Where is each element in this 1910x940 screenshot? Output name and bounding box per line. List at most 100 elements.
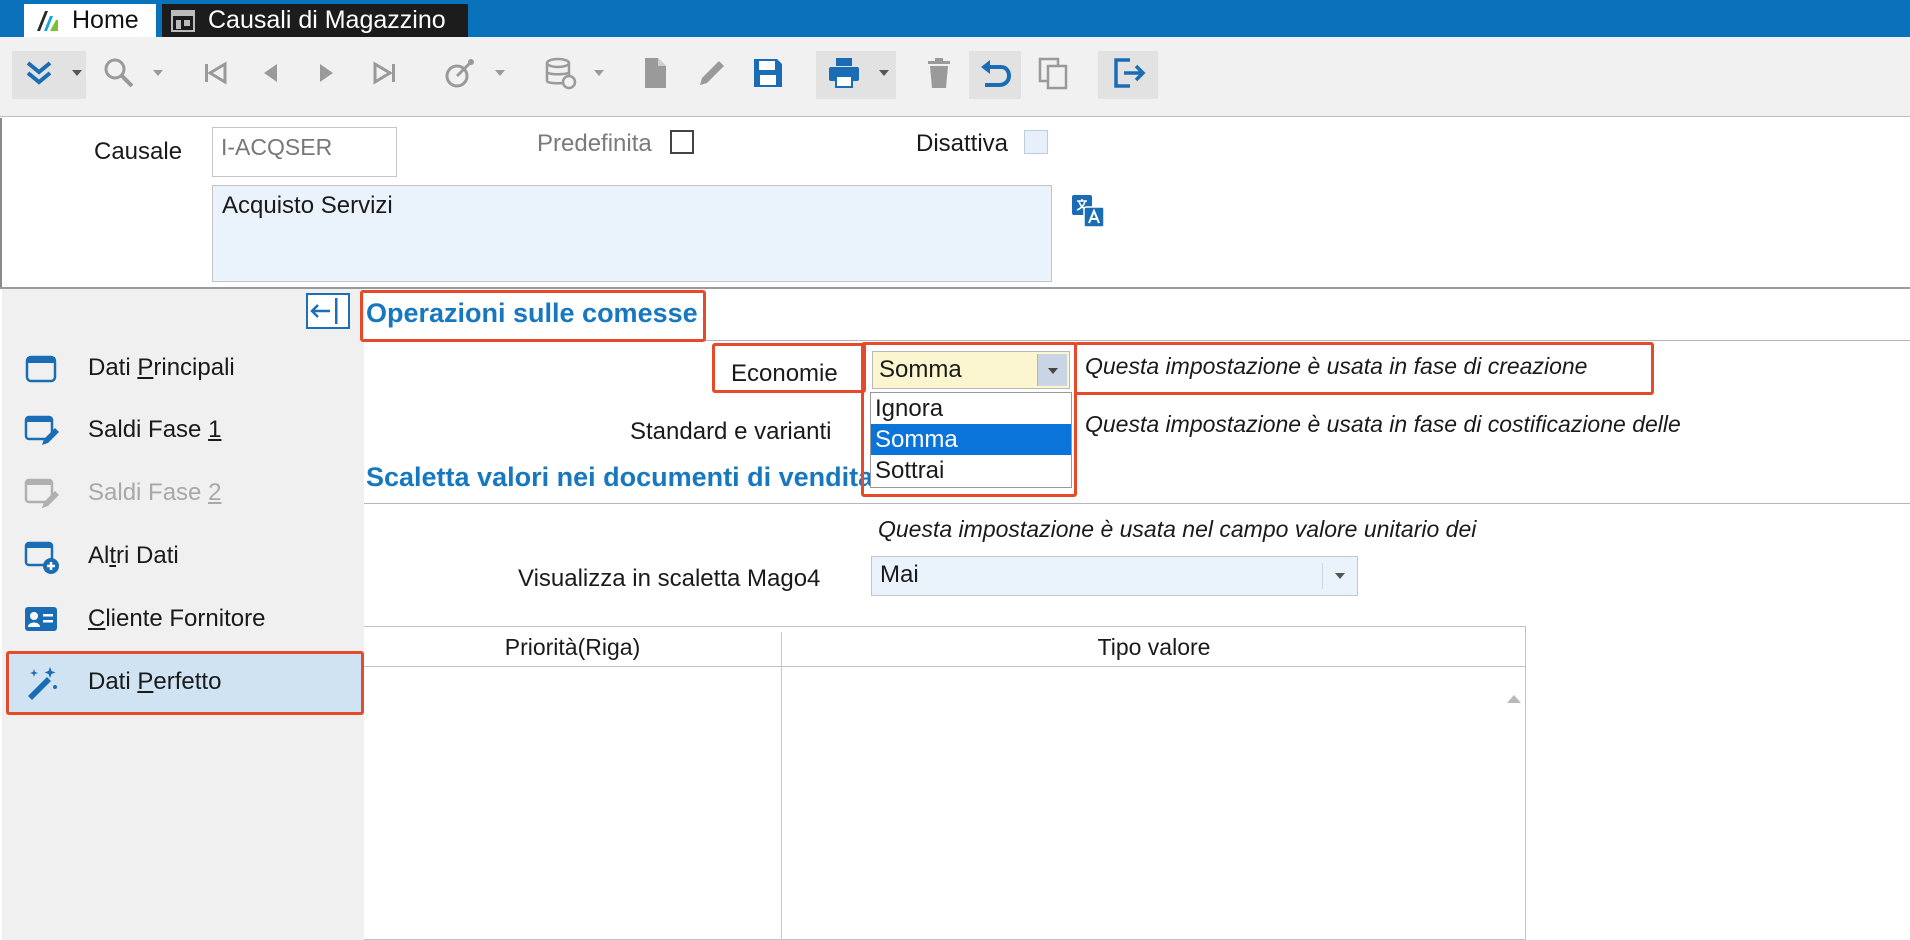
economie-dropdown-button[interactable] <box>1037 354 1067 386</box>
app-logo-icon <box>35 8 59 33</box>
column-header-tipo-valore[interactable]: Tipo valore <box>782 627 1526 667</box>
contact-card-icon <box>25 607 57 631</box>
column-header-priorita[interactable]: Priorità(Riga) <box>364 627 781 667</box>
expand-dropdown-caret[interactable] <box>72 70 82 76</box>
collapse-sidebar-button[interactable] <box>306 293 350 329</box>
collapse-arrow-icon <box>310 298 338 324</box>
description-field[interactable]: Acquisto Servizi <box>212 185 1052 282</box>
sidebar-item-label: Altri Dati <box>88 542 179 569</box>
sidebar-item-label: Cliente Fornitore <box>88 605 266 632</box>
previous-icon <box>264 64 277 82</box>
economie-label: Economie <box>731 360 838 387</box>
save-button[interactable] <box>746 51 790 95</box>
undo-icon <box>981 60 1012 87</box>
dropdown-option-ignora[interactable]: Ignora <box>871 393 1071 424</box>
chevron-down-icon[interactable] <box>1335 573 1345 579</box>
economie-hint: Questa impostazione è usata in fase di c… <box>1085 353 1588 379</box>
economie-combobox[interactable]: Somma <box>872 351 1070 389</box>
scroll-up-icon[interactable] <box>1507 695 1521 703</box>
new-document-icon <box>645 58 666 88</box>
last-record-button[interactable] <box>363 51 407 95</box>
translate-icon[interactable] <box>1070 193 1106 229</box>
card-icon <box>25 355 57 383</box>
copy-button[interactable] <box>1031 51 1075 95</box>
scaletta-separator <box>1322 563 1323 589</box>
disattiva-checkbox[interactable] <box>1024 130 1048 154</box>
next-record-button[interactable] <box>304 51 348 95</box>
sidebar-item-dati-principali[interactable]: Dati Principali <box>10 338 362 398</box>
printer-icon <box>829 58 859 88</box>
sidebar: Dati Principali Saldi Fase 1 Saldi Fase 2 A… <box>2 289 364 940</box>
dropdown-option-somma[interactable]: Somma <box>871 424 1071 455</box>
sidebar-item-label: Saldi Fase 2 <box>88 479 222 506</box>
database-button[interactable] <box>538 51 582 95</box>
priority-grid: Priorità(Riga) Tipo valore <box>364 626 1526 940</box>
pencil-icon <box>700 61 724 85</box>
add-card-icon <box>24 541 59 574</box>
search-icon <box>104 58 134 88</box>
economie-value: Somma <box>879 356 962 383</box>
database-dropdown-caret[interactable] <box>594 70 604 76</box>
section-title-operazioni: Operazioni sulle comesse <box>366 298 698 328</box>
sidebar-item-altri-dati[interactable]: Altri Dati <box>10 526 362 586</box>
scaletta-value: Mai <box>880 561 919 588</box>
exit-icon <box>1114 58 1146 88</box>
sidebar-item-saldi-fase-2[interactable]: Saldi Fase 2 <box>10 463 362 523</box>
predefinita-checkbox[interactable] <box>670 130 694 154</box>
standard-varianti-hint: Questa impostazione è usata in fase di c… <box>1085 411 1681 437</box>
double-chevron-down-icon <box>26 61 52 85</box>
print-dropdown-caret[interactable] <box>879 70 889 76</box>
skip-last-icon <box>373 61 395 85</box>
previous-record-button[interactable] <box>249 51 293 95</box>
new-document-button[interactable] <box>633 51 677 95</box>
copy-icon <box>1038 57 1068 90</box>
predefinita-label: Predefinita <box>537 130 652 157</box>
edit-button[interactable] <box>690 51 734 95</box>
first-record-button[interactable] <box>193 51 237 95</box>
scaletta-combobox[interactable]: Mai <box>871 556 1358 596</box>
skip-first-icon <box>205 61 227 85</box>
dropdown-option-sottrai[interactable]: Sottrai <box>871 455 1071 486</box>
economie-dropdown-list: Ignora Somma Sottrai <box>870 392 1072 488</box>
print-button[interactable] <box>822 51 866 95</box>
sidebar-item-label: Dati Principali <box>88 354 235 381</box>
toolbar <box>0 37 1910 117</box>
disattiva-label: Disattiva <box>916 130 1009 157</box>
edit-card-icon <box>24 478 59 508</box>
database-refresh-icon <box>545 57 577 90</box>
search-button[interactable] <box>97 51 141 95</box>
sidebar-item-dati-perfetto[interactable]: Dati Perfetto <box>10 652 362 712</box>
warehouse-icon <box>171 9 195 32</box>
edit-card-icon <box>24 415 59 445</box>
title-bar: Home Causali di Magazzino <box>0 0 1910 37</box>
tab-causali-label: Causali di Magazzino <box>208 6 446 34</box>
save-icon <box>754 59 782 87</box>
scaletta-label: Visualizza in scaletta Mago4 <box>518 565 821 592</box>
section2-divider <box>364 503 1910 504</box>
tab-home-label: Home <box>72 6 139 34</box>
undo-button[interactable] <box>973 51 1017 95</box>
scaletta-hint: Questa impostazione è usata nel campo va… <box>878 516 1477 542</box>
sidebar-item-cliente-fornitore[interactable]: Cliente Fornitore <box>10 589 362 649</box>
document-header: Causale I-ACQSER Predefinita Disattiva A… <box>0 118 1910 288</box>
exit-button[interactable] <box>1106 51 1150 95</box>
sidebar-item-label: Saldi Fase 1 <box>88 416 222 443</box>
magic-wand-icon <box>28 667 57 700</box>
expand-all-button[interactable] <box>17 51 61 95</box>
trash-icon <box>928 58 950 88</box>
grid-header: Priorità(Riga) Tipo valore <box>364 627 1525 667</box>
radar-icon <box>445 59 474 88</box>
radar-dropdown-caret[interactable] <box>495 70 505 76</box>
causale-code-field[interactable]: I-ACQSER <box>212 127 397 177</box>
grid-column-separator <box>781 632 782 940</box>
tab-home[interactable]: Home <box>24 4 156 37</box>
tab-causali-di-magazzino[interactable]: Causali di Magazzino <box>162 4 468 37</box>
radar-button[interactable] <box>438 51 482 95</box>
next-icon <box>320 64 333 82</box>
search-dropdown-caret[interactable] <box>153 70 163 76</box>
sidebar-item-label: Dati Perfetto <box>88 668 222 695</box>
section1-divider <box>364 340 1910 341</box>
standard-varianti-label: Standard e varianti <box>630 418 832 445</box>
sidebar-item-saldi-fase-1[interactable]: Saldi Fase 1 <box>10 400 362 460</box>
delete-button[interactable] <box>917 51 961 95</box>
